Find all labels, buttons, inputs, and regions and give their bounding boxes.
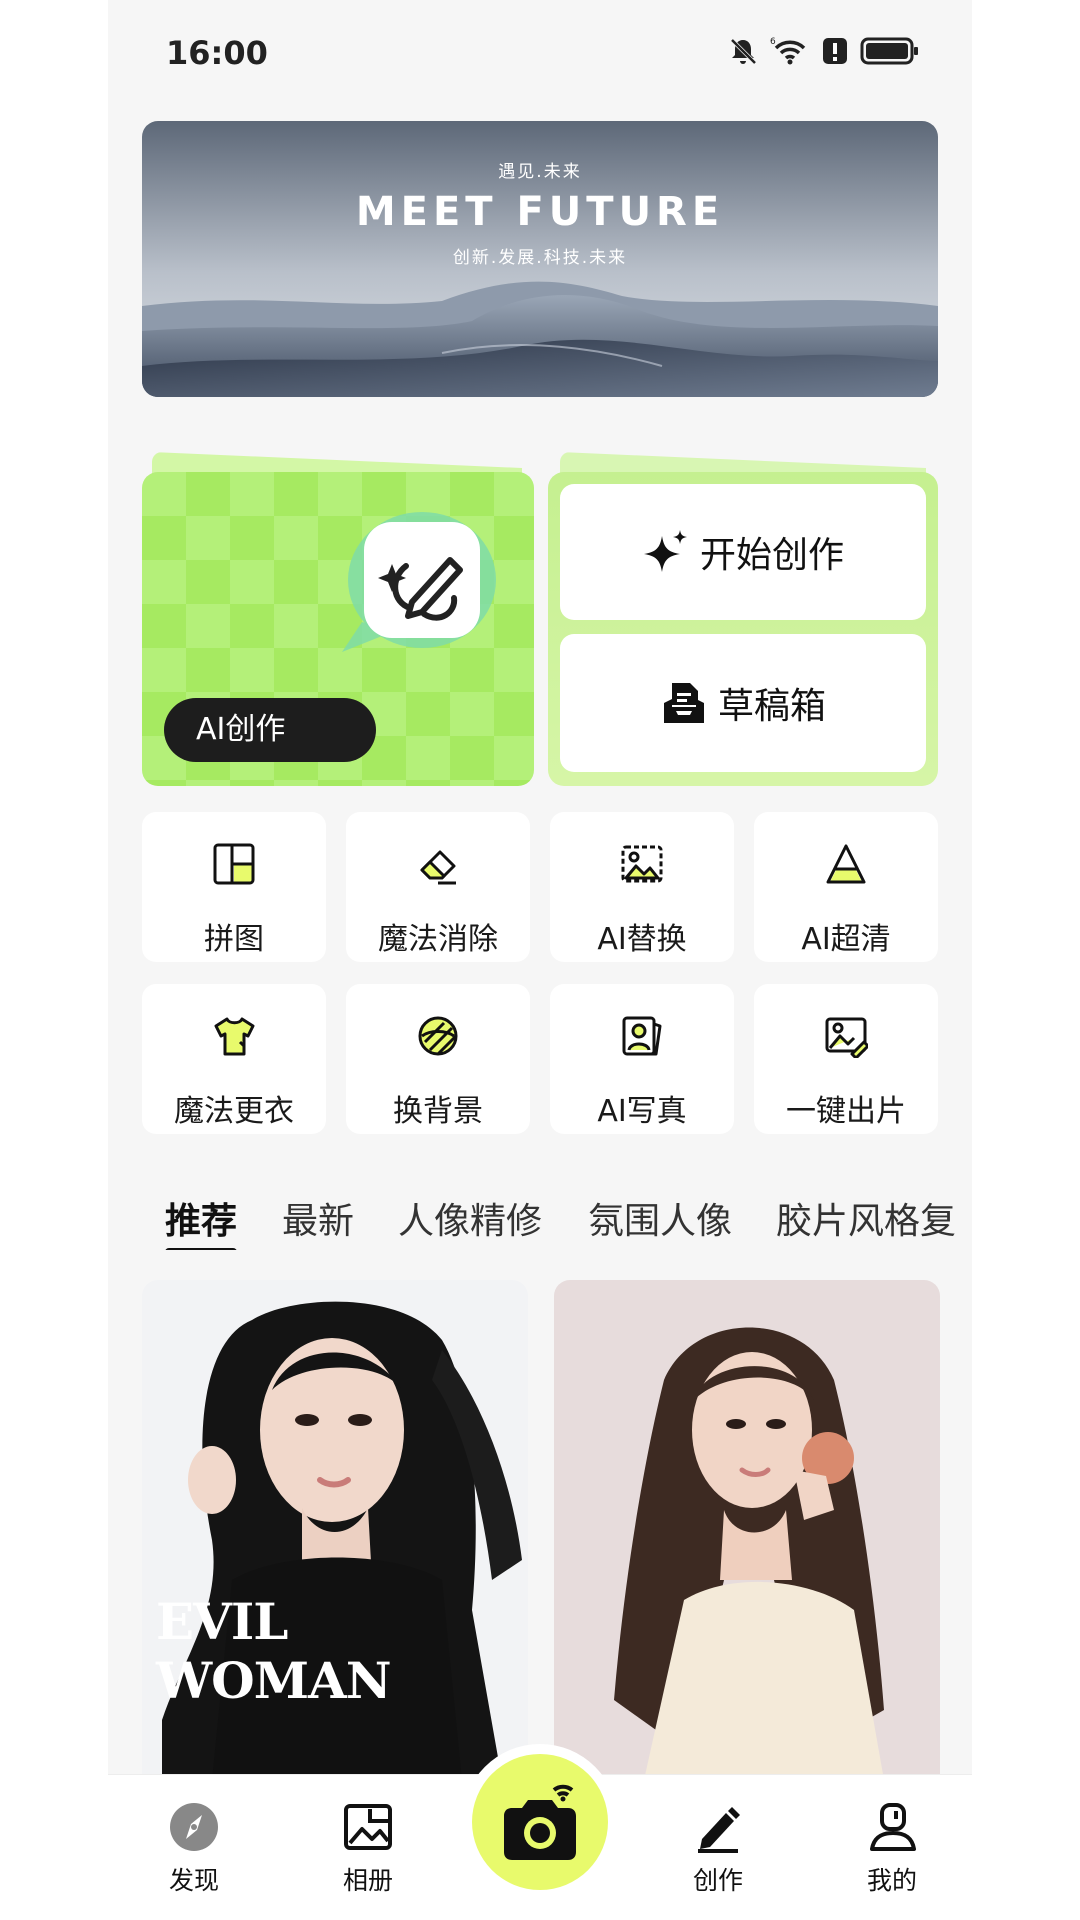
tab-latest[interactable]: 最新 [282, 1192, 354, 1244]
shirt-icon [214, 1017, 255, 1056]
tool-ai-portrait[interactable]: AI写真 [550, 984, 734, 1134]
ai-create-label: AI创作 [164, 698, 376, 762]
nav-label: 发现 [168, 1866, 219, 1895]
tool-label: 一键出片 [786, 1094, 906, 1129]
tab-portrait-retouch[interactable]: 人像精修 [398, 1192, 542, 1244]
active-tab-indicator [165, 1248, 237, 1250]
nav-profile[interactable]: 我的 [842, 1801, 942, 1897]
nav-label: 创作 [692, 1866, 743, 1895]
photo-overlay-text: EVIL WOMAN [156, 1592, 392, 1710]
portrait-icon [622, 1016, 662, 1056]
tab-ambient-portrait[interactable]: 氛围人像 [588, 1192, 732, 1244]
portrait-photo [554, 1280, 940, 1780]
compass-icon [170, 1803, 218, 1851]
tool-label: 魔法更衣 [174, 1094, 294, 1129]
tool-label: 魔法消除 [378, 922, 498, 957]
status-icons: 6 [728, 36, 920, 66]
tab-film-style[interactable]: 胶片风格复 [776, 1192, 956, 1244]
tool-one-click-photo[interactable]: 一键出片 [754, 984, 938, 1134]
tool-label: 换背景 [393, 1094, 483, 1129]
status-bar: 16:00 6 [108, 0, 972, 105]
nav-create[interactable]: 创作 [668, 1801, 768, 1897]
banner-sub-text: 创新.发展.科技.未来 [452, 248, 628, 268]
alert-icon [823, 38, 847, 64]
pen-icon [698, 1807, 740, 1853]
eraser-icon [420, 850, 456, 885]
nav-album[interactable]: 相册 [318, 1801, 418, 1897]
start-create-button[interactable]: 开始创作 [560, 484, 926, 620]
feed-card[interactable]: EVIL WOMAN [142, 1280, 528, 1780]
drafts-button[interactable]: 草稿箱 [560, 634, 926, 772]
ai-pen-sparkle-icon [342, 512, 496, 652]
image-replace-icon [621, 845, 663, 883]
drafts-label: 草稿箱 [717, 686, 826, 727]
nav-label: 相册 [342, 1866, 393, 1895]
tool-ai-enhance[interactable]: AI超清 [754, 812, 938, 962]
banner-headline: MEET FUTURE [355, 189, 725, 235]
enhance-triangle-icon [826, 844, 866, 884]
collage-icon [213, 843, 255, 885]
camera-icon [504, 1784, 576, 1860]
ai-create-card[interactable]: AI创作 [142, 452, 534, 786]
battery-icon [860, 37, 918, 65]
camera-button[interactable] [472, 1754, 608, 1890]
start-create-label: 开始创作 [699, 535, 844, 576]
tool-collage[interactable]: 拼图 [142, 812, 326, 962]
tool-label: 拼图 [204, 922, 264, 957]
mute-icon [730, 38, 757, 65]
wifi-6-icon: 6 [770, 37, 806, 65]
tool-change-background[interactable]: 换背景 [346, 984, 530, 1134]
promo-banner[interactable]: 遇见.未来 MEET FUTURE 创新.发展.科技.未来 [142, 121, 938, 397]
tool-label: AI替换 [597, 922, 687, 957]
nav-discover[interactable]: 发现 [144, 1801, 244, 1897]
album-icon [344, 1804, 392, 1850]
status-time: 16:00 [166, 34, 268, 72]
profile-icon [870, 1803, 916, 1851]
draft-box-icon [663, 683, 704, 723]
tool-label: AI超清 [801, 922, 891, 957]
sparkle-icon [643, 530, 687, 572]
background-swap-icon [418, 1016, 458, 1056]
tool-magic-erase[interactable]: 魔法消除 [346, 812, 530, 962]
tool-label: AI写真 [597, 1094, 687, 1129]
create-actions-panel: 开始创作 草稿箱 [548, 452, 938, 786]
one-click-photo-icon [825, 1017, 868, 1058]
tool-magic-outfit[interactable]: 魔法更衣 [142, 984, 326, 1134]
nav-label: 我的 [866, 1866, 917, 1895]
app-screen: 16:00 6 遇见.未来 MEET FUTURE 创新.发展.科技.未来 AI… [108, 0, 972, 1920]
svg-text:6: 6 [770, 37, 776, 47]
banner-top-text: 遇见.未来 [498, 162, 582, 182]
tab-recommended[interactable]: 推荐 [165, 1192, 237, 1244]
category-tabs: 推荐 最新 人像精修 氛围人像 胶片风格复 [108, 1180, 972, 1250]
feed-card[interactable] [554, 1280, 940, 1780]
tool-ai-replace[interactable]: AI替换 [550, 812, 734, 962]
